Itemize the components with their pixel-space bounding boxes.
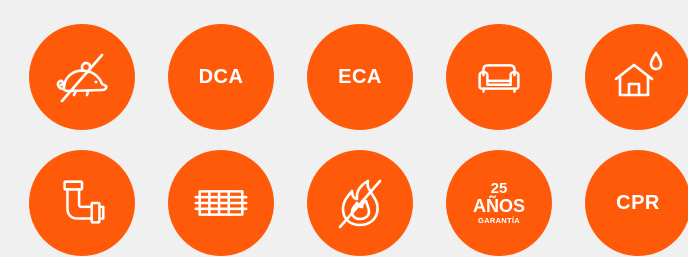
sofa-badge xyxy=(446,24,552,130)
house-moisture-badge xyxy=(585,24,688,130)
dca-badge: DCA xyxy=(168,24,274,130)
dca-label: DCA xyxy=(198,65,244,88)
pipe-badge xyxy=(29,150,135,256)
warranty-text: 25 AÑOS GARANTÍA xyxy=(473,181,525,225)
eca-label: ECA xyxy=(338,65,382,88)
cpr-badge: CPR xyxy=(585,150,688,256)
no-fire-badge xyxy=(307,150,413,256)
no-rodents-badge xyxy=(29,24,135,130)
grid-mesh-icon xyxy=(194,190,248,216)
no-fire-icon xyxy=(338,179,382,229)
house-moisture-icon xyxy=(614,51,663,97)
warranty-badge: 25 AÑOS GARANTÍA xyxy=(446,150,552,256)
warranty-caption: GARANTÍA xyxy=(478,216,520,226)
warranty-years-word: AÑOS xyxy=(472,196,525,217)
pipe-icon xyxy=(63,180,105,224)
eca-badge: ECA xyxy=(307,24,413,130)
sofa-icon xyxy=(478,64,520,93)
no-rodents-icon xyxy=(56,53,108,103)
cpr-label: CPR xyxy=(616,191,660,214)
grid-mesh-badge xyxy=(168,150,274,256)
warranty-years-number: 25 xyxy=(490,180,508,198)
